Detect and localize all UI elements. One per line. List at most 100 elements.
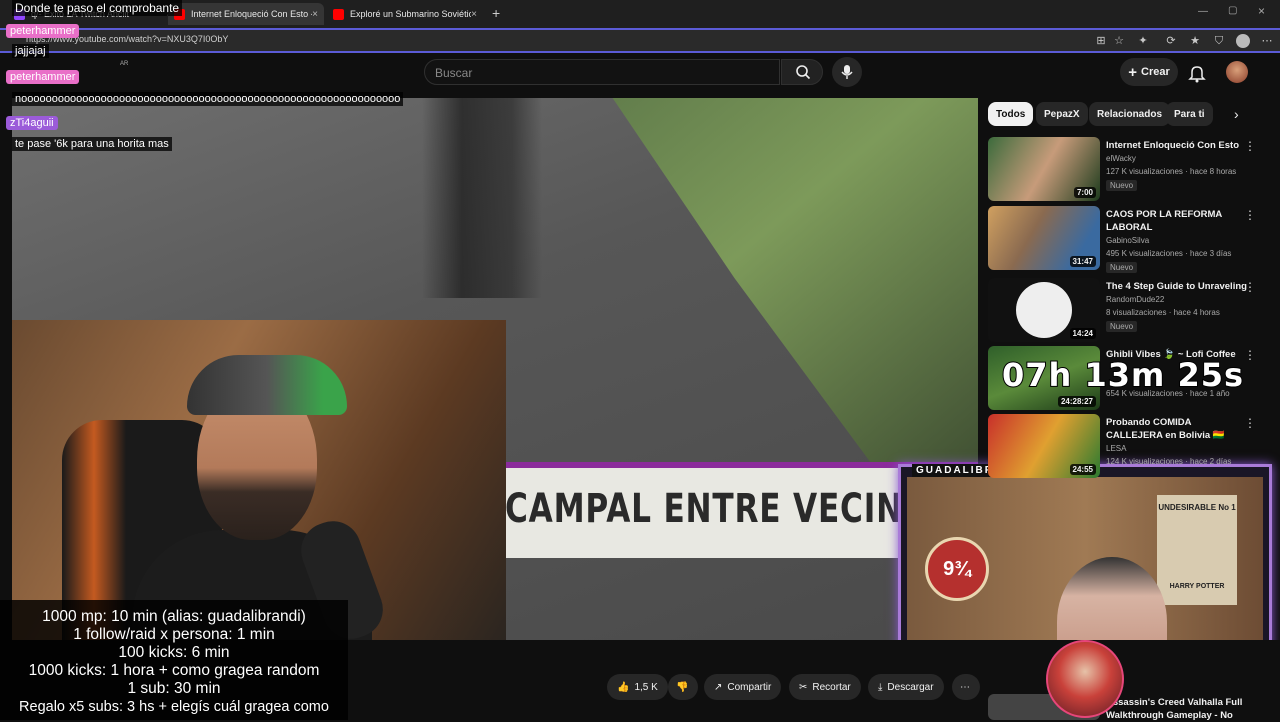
- create-button[interactable]: + Crear: [1120, 58, 1178, 86]
- rule-line: 1000 mp: 10 min (alias: guadalibrandi): [42, 608, 306, 625]
- platform-sign-text: 9¾: [943, 558, 971, 580]
- poster-title: UNDESIRABLE No 1: [1158, 503, 1236, 512]
- video-title[interactable]: The 4 Step Guide to Unraveling: [1106, 280, 1250, 293]
- chat-message: jajjajaj: [12, 44, 49, 58]
- more-options-icon[interactable]: ⋮: [1244, 348, 1256, 362]
- video-duration: 14:24: [1069, 328, 1096, 339]
- channel-name[interactable]: RandomDude22: [1106, 295, 1164, 304]
- close-tab-icon[interactable]: ×: [471, 9, 477, 20]
- sync-icon[interactable]: ⟳: [1164, 34, 1178, 48]
- channel-name[interactable]: elWacky: [1106, 154, 1136, 163]
- minimize-icon[interactable]: —: [1198, 6, 1208, 17]
- more-options-icon[interactable]: ⋮: [1244, 416, 1256, 430]
- subathon-timer: 07h 13m 25s: [1001, 355, 1245, 395]
- video-duration: 24:55: [1069, 464, 1096, 475]
- tab-youtube-active[interactable]: Internet Enloqueció Con Esto - You ×: [168, 3, 324, 25]
- scissors-icon: ✂: [799, 681, 808, 693]
- video-title[interactable]: Probando COMIDA CALLEJERA en Bolivia 🇧🇴: [1106, 416, 1250, 442]
- close-tab-icon[interactable]: ×: [312, 9, 318, 20]
- chip-para-ti[interactable]: Para ti: [1166, 102, 1213, 126]
- rule-line: 1000 kicks: 1 hora + como gragea random: [28, 662, 320, 679]
- video-title[interactable]: Assassin's Creed Valhalla Full Walkthrou…: [1106, 696, 1250, 722]
- wanted-poster: UNDESIRABLE No 1 HARRY POTTER: [1157, 495, 1237, 605]
- video-duration: 7:00: [1073, 187, 1096, 198]
- rule-line: 100 kicks: 6 min: [118, 644, 230, 661]
- recommended-video[interactable]: 7:00 Internet Enloqueció Con Esto elWack…: [988, 137, 1268, 203]
- download-icon: ⤓: [878, 681, 883, 693]
- search-button[interactable]: [781, 59, 823, 85]
- dislike-button[interactable]: 👎: [668, 674, 698, 700]
- video-thumbnail[interactable]: 7:00: [988, 137, 1100, 201]
- clip-label: Recortar: [812, 681, 851, 693]
- share-button[interactable]: ↗ Compartir: [704, 674, 782, 700]
- youtube-header: AR Buscar + Crear: [0, 55, 1280, 95]
- video-title[interactable]: CAOS POR LA REFORMA LABORAL: [1106, 208, 1250, 234]
- favorites-icon[interactable]: ★: [1188, 34, 1202, 48]
- tab-title: Internet Enloqueció Con Esto - You: [191, 9, 312, 19]
- video-duration: 24:28:27: [1057, 396, 1096, 407]
- close-window-icon[interactable]: ×: [1258, 4, 1265, 18]
- chat-message: te pase '6k para una horita mas: [12, 137, 172, 151]
- download-button[interactable]: ⤓ Descargar: [868, 674, 944, 700]
- create-label: Crear: [1141, 66, 1170, 78]
- new-badge: Nuevo: [1106, 180, 1138, 191]
- video-title[interactable]: Internet Enloqueció Con Esto: [1106, 139, 1250, 152]
- chat-message: Donde te paso el comprobante: [12, 0, 183, 16]
- video-thumbnail[interactable]: 24:55: [988, 414, 1100, 478]
- chip-todos[interactable]: Todos: [988, 102, 1034, 126]
- search-placeholder: Buscar: [435, 66, 473, 80]
- extensions-icon[interactable]: ✦: [1136, 34, 1150, 48]
- download-label: Descargar: [887, 681, 934, 693]
- more-options-icon[interactable]: ⋮: [1244, 280, 1256, 294]
- video-frame-people: [402, 98, 602, 298]
- video-meta: 124 K visualizaciones · hace 2 días: [1106, 457, 1232, 466]
- video-duration: 31:47: [1069, 256, 1096, 267]
- like-button[interactable]: 👍 1,5 K: [607, 674, 668, 700]
- news-banner-text: CAMPAL ENTRE VECINOS: [505, 486, 954, 532]
- search-input[interactable]: Buscar: [424, 59, 780, 85]
- chip-relacionados[interactable]: Relacionados: [1089, 102, 1171, 126]
- recommended-video[interactable]: 14:24 The 4 Step Guide to Unraveling Ran…: [988, 278, 1268, 344]
- video-thumbnail[interactable]: 31:47: [988, 206, 1100, 270]
- more-actions-button[interactable]: ⋯: [952, 674, 980, 700]
- more-options-icon[interactable]: ⋮: [1244, 208, 1256, 222]
- like-count: 1,5 K: [634, 681, 658, 693]
- shield-icon[interactable]: ⛉: [1212, 34, 1226, 48]
- channel-name[interactable]: LESA: [1106, 444, 1126, 453]
- apps-icon[interactable]: ⊞: [1094, 34, 1108, 48]
- share-icon: ↗: [714, 681, 723, 693]
- recommended-video[interactable]: 31:47 CAOS POR LA REFORMA LABORAL Gabino…: [988, 206, 1268, 273]
- browser-tab-bar: q/- Éxito LA Twitch Anclit × Internet En…: [0, 0, 1280, 28]
- thumbs-up-icon: 👍: [617, 681, 630, 693]
- chevron-right-icon[interactable]: ›: [1234, 106, 1239, 122]
- streamer-cap: [187, 355, 347, 415]
- new-badge: Nuevo: [1106, 321, 1138, 332]
- clip-button[interactable]: ✂ Recortar: [789, 674, 861, 700]
- star-icon[interactable]: ☆: [1112, 34, 1126, 48]
- white-blob-thumbnail: [1016, 282, 1072, 338]
- country-code: AR: [120, 61, 129, 67]
- new-tab-button[interactable]: +: [492, 5, 500, 21]
- streamer-avatar-overlay: [1046, 640, 1124, 718]
- platform-sign: 9¾: [925, 537, 989, 601]
- menu-icon[interactable]: ⋯: [1260, 34, 1274, 48]
- recommended-video[interactable]: 24:55 Probando COMIDA CALLEJERA en Boliv…: [988, 414, 1268, 480]
- plus-icon: +: [1128, 63, 1137, 81]
- voice-search-button[interactable]: [832, 57, 862, 87]
- video-meta: 495 K visualizaciones · hace 3 días: [1106, 249, 1232, 258]
- recommended-video[interactable]: Assassin's Creed Valhalla Full Walkthrou…: [988, 694, 1268, 722]
- chip-pepazx[interactable]: PepazX: [1036, 102, 1088, 126]
- tab-youtube-2[interactable]: Exploré un Submarino Soviético A ×: [327, 3, 483, 25]
- poster-name: HARRY POTTER: [1169, 583, 1225, 590]
- video-thumbnail[interactable]: 14:24: [988, 278, 1100, 342]
- channel-name[interactable]: GabinoSilva: [1106, 236, 1149, 245]
- streamer-webcam-left: [12, 320, 506, 640]
- notifications-bell-icon[interactable]: [1186, 62, 1208, 84]
- chat-username: peterhammer: [6, 24, 80, 38]
- account-avatar[interactable]: [1226, 61, 1248, 83]
- maximize-icon[interactable]: ▢: [1228, 5, 1237, 16]
- more-options-icon[interactable]: ⋮: [1244, 139, 1256, 153]
- youtube-icon: [333, 8, 344, 20]
- new-badge: Nuevo: [1106, 262, 1138, 273]
- profile-icon[interactable]: [1236, 34, 1250, 48]
